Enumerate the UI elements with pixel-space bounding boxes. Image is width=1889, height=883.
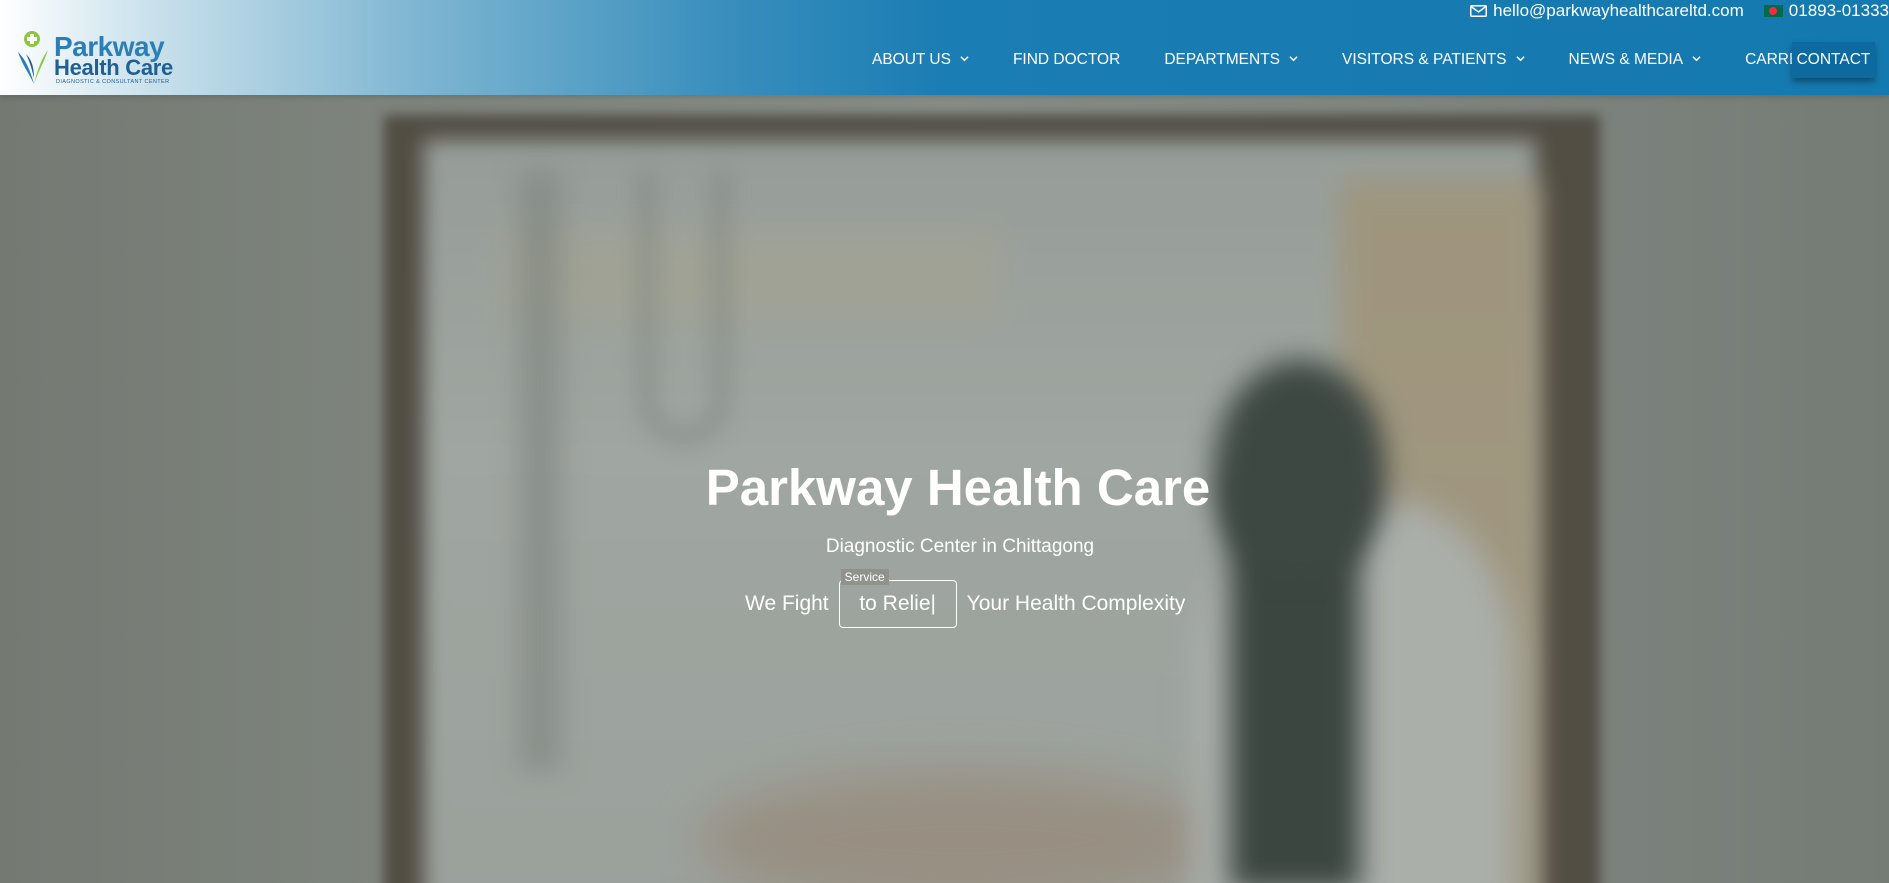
contact-topbar: hello@parkwayhealthcareltd.com 01893-013… <box>1470 0 1889 22</box>
nav-about-us[interactable]: ABOUT US <box>872 51 969 69</box>
rotator-label: Service <box>840 569 889 585</box>
nav-visitors-patients[interactable]: VISITORS & PATIENTS <box>1342 51 1525 69</box>
hero-background-image <box>0 0 1889 883</box>
tagline-prefix: We Fight <box>745 592 829 615</box>
nav-label: NEWS & MEDIA <box>1568 51 1684 68</box>
chevron-down-icon <box>960 56 969 62</box>
nav-label: VISITORS & PATIENTS <box>1342 51 1507 68</box>
logo-text-health-care: Health Care <box>54 55 173 80</box>
chevron-down-icon <box>1692 56 1701 62</box>
hero-subtitle: Diagnostic Center in Chittagong <box>825 536 1095 557</box>
site-header: Parkway Health Care DIAGNOSTIC & CONSULT… <box>0 0 1889 95</box>
nav-label: ABOUT US <box>872 51 951 68</box>
bangladesh-flag-icon <box>1763 5 1783 17</box>
nav-label: DEPARTMENTS <box>1164 51 1281 68</box>
logo-tagline: DIAGNOSTIC & CONSULTANT CENTER <box>56 79 170 85</box>
nav-find-doctor[interactable]: FIND DOCTOR <box>1013 51 1120 69</box>
main-nav: ABOUT US FIND DOCTOR DEPARTMENTS VISITOR… <box>872 47 1855 73</box>
tagline-suffix: Your Health Complexity <box>966 592 1186 615</box>
page: Parkway Health Care DIAGNOSTIC & CONSULT… <box>0 0 1889 883</box>
logo-figure-icon <box>18 31 48 84</box>
phone-number[interactable]: 01893-01333 <box>1789 1 1889 21</box>
topbar-email[interactable]: hello@parkwayhealthcareltd.com <box>1470 1 1764 21</box>
contact-button[interactable]: CONTACT <box>1792 42 1875 78</box>
nav-label: FIND DOCTOR <box>1012 51 1121 68</box>
chevron-down-icon <box>1289 56 1298 62</box>
topbar-phone[interactable]: 01893-01333 <box>1763 1 1889 21</box>
email-link[interactable]: hello@parkwayhealthcareltd.com <box>1493 1 1744 21</box>
nav-departments[interactable]: DEPARTMENTS <box>1164 51 1298 69</box>
mail-icon <box>1470 5 1488 17</box>
site-logo[interactable]: Parkway Health Care DIAGNOSTIC & CONSULT… <box>14 30 174 88</box>
hero-title: Parkway Health Care <box>705 459 1211 516</box>
rotator-text: to Relie| <box>859 592 936 615</box>
chevron-down-icon <box>1515 56 1525 62</box>
rotating-text-box: Service to Relie| <box>838 569 957 628</box>
nav-news-media[interactable]: NEWS & MEDIA <box>1569 51 1702 69</box>
hero-tagline: We Fight Service to Relie| Your Health C… <box>745 569 1186 628</box>
